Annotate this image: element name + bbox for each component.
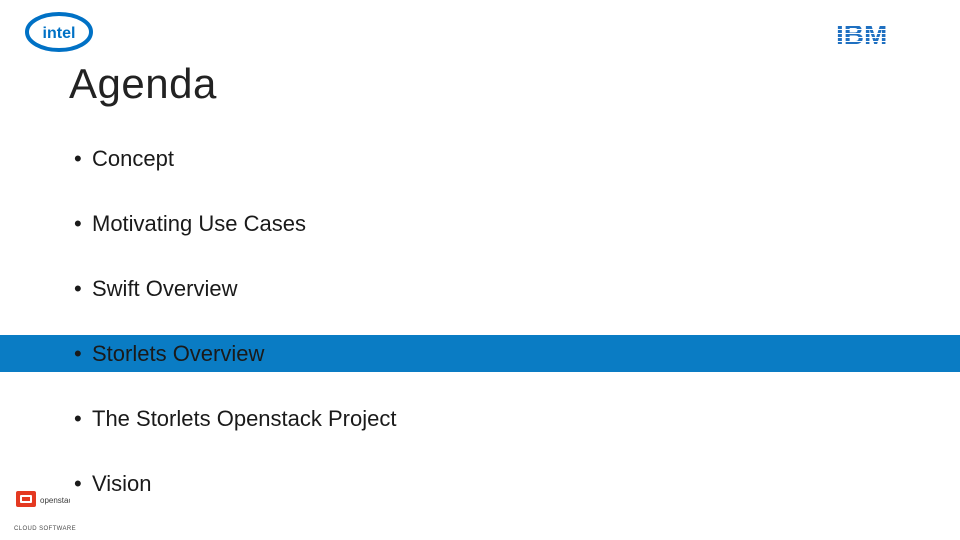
openstack-caption: CLOUD SOFTWARE	[14, 526, 76, 532]
intel-logo: intel	[24, 10, 94, 59]
intel-logo-text: intel	[43, 25, 76, 42]
openstack-logo-text: openstack	[40, 496, 70, 505]
agenda-item-storlets-openstack-project: The Storlets Openstack Project	[0, 400, 960, 437]
agenda-item-concept: Concept	[0, 140, 960, 177]
agenda-item-label: Concept	[92, 146, 174, 171]
agenda-item-storlets-overview: Storlets Overview	[0, 335, 960, 372]
ibm-logo: IBM	[836, 18, 920, 57]
agenda-item-label: Motivating Use Cases	[92, 211, 306, 236]
agenda-item-label: Storlets Overview	[92, 341, 264, 366]
page-title: Agenda	[69, 60, 217, 108]
agenda-item-label: Swift Overview	[92, 276, 237, 301]
agenda-list: Concept Motivating Use Cases Swift Overv…	[0, 140, 960, 530]
agenda-item-label: Vision	[92, 471, 152, 496]
agenda-item-motivating-use-cases: Motivating Use Cases	[0, 205, 960, 242]
agenda-item-label: The Storlets Openstack Project	[92, 406, 396, 431]
slide: intel IBM Agenda Con	[0, 0, 960, 540]
agenda-item-swift-overview: Swift Overview	[0, 270, 960, 307]
openstack-logo: openstack CLOUD SOFTWARE	[14, 489, 76, 532]
agenda-item-vision: Vision	[0, 465, 960, 502]
